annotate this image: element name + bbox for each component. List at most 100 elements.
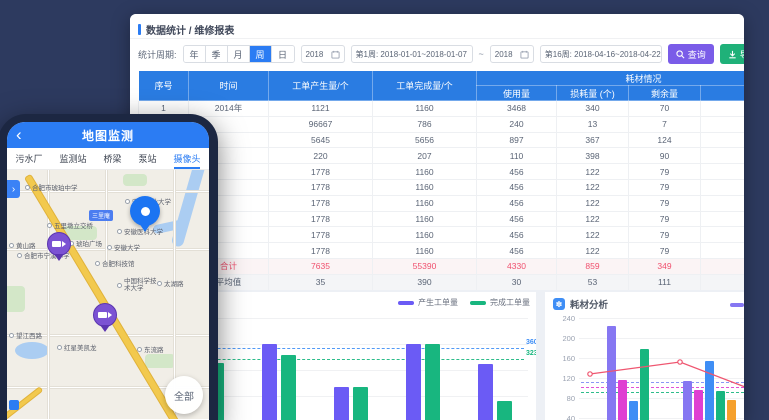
week-range-start-input[interactable]: 第1周: 2018-01-01~2018-01-07 [351, 45, 473, 63]
table-row[interactable]: 56455656897367124125 [139, 132, 745, 148]
tab-摄像头[interactable]: 摄像头 [173, 148, 200, 169]
table-cell: 207 [373, 148, 477, 164]
table-row[interactable]: 177811604561227967 [139, 211, 745, 227]
back-chevron-icon[interactable]: ‹ [16, 123, 22, 147]
table-cell: 30 [477, 274, 557, 290]
chart-legend: 产生工单量 完成工单量 [398, 297, 530, 308]
table-row[interactable]: 12014年11211160346834070250 [139, 101, 745, 117]
poi-icon [137, 347, 142, 352]
consumable-bar[interactable] [705, 361, 714, 420]
table-cell: 96667 [269, 116, 373, 132]
selected-location-pin-icon[interactable] [130, 196, 160, 234]
tab-桥梁[interactable]: 桥梁 [103, 148, 121, 169]
table-header-cell: 耗材情况 [477, 71, 745, 86]
table-cell: 122 [557, 227, 629, 243]
total-row: 合计763555390433085934933 [139, 258, 745, 274]
y-axis-tick-label: 120 [549, 374, 575, 383]
export-button-label: 导出Excel [740, 48, 744, 61]
year-start-select[interactable]: 2018 [301, 45, 345, 63]
table-cell: 650 [701, 116, 745, 132]
y-axis-tick-label: 160 [549, 354, 575, 363]
query-button-label: 查询 [688, 48, 706, 61]
table-cell: 67 [701, 164, 745, 180]
consumable-bar[interactable] [727, 400, 736, 420]
poi-icon [25, 185, 30, 190]
consumables-chart-title: ✽ 耗材分析 [553, 297, 608, 311]
bar-完成工单量[interactable] [281, 355, 296, 420]
bar-完成工单量[interactable] [497, 401, 512, 420]
camera-pin-icon[interactable] [47, 232, 71, 262]
table-cell: 70 [629, 101, 701, 117]
bar-产生工单量[interactable] [334, 387, 349, 420]
period-option-月[interactable]: 月 [228, 46, 250, 62]
show-all-button[interactable]: 全部 [165, 376, 203, 414]
reference-line [581, 382, 744, 383]
consumables-chart-title-text: 耗材分析 [570, 297, 608, 311]
table-cell: 5645 [269, 132, 373, 148]
consumable-bar[interactable] [683, 381, 692, 420]
legend-item[interactable]: 产生工单量 [398, 297, 458, 308]
bar-产生工单量[interactable] [478, 364, 493, 420]
table-cell: 340 [557, 101, 629, 117]
consumable-bar[interactable] [640, 349, 649, 420]
table-row[interactable]: 177811604561227967 [139, 164, 745, 180]
poi-icon [47, 223, 52, 228]
expand-panel-button[interactable]: › [7, 180, 20, 198]
phone-screen: ‹ 地图监测 污水厂监测站桥梁泵站摄像头 [7, 122, 209, 420]
table-cell: 1121 [269, 101, 373, 117]
map-view[interactable]: 三里庵 › 全部 合肥市琥珀中学安徽农业大学五里墩立交桥安徽医科大学合肥市宁溪小… [7, 170, 209, 419]
table-row[interactable]: 177811604561227967 [139, 195, 745, 211]
table-row[interactable]: 177811604561227967 [139, 179, 745, 195]
export-excel-button[interactable]: 导出Excel [720, 44, 744, 64]
legend-swatch-clipped [730, 303, 744, 307]
phone-tab-bar: 污水厂监测站桥梁泵站摄像头 [7, 148, 209, 170]
average-row: 平均值35390305311114 [139, 274, 745, 290]
query-button[interactable]: 查询 [668, 44, 714, 64]
consumable-bar[interactable] [607, 326, 616, 420]
table-cell: 349 [629, 258, 701, 274]
table-row[interactable]: 96667786240137650 [139, 116, 745, 132]
year-end-select[interactable]: 2018 [490, 45, 534, 63]
period-option-日[interactable]: 日 [272, 46, 294, 62]
gridline [579, 338, 744, 339]
table-cell: 35 [269, 274, 373, 290]
consumable-bar[interactable] [716, 391, 725, 420]
consumable-bar[interactable] [618, 380, 627, 420]
table-cell: 79 [629, 164, 701, 180]
bar-产生工单量[interactable] [262, 344, 277, 420]
phone-mockup: ‹ 地图监测 污水厂监测站桥梁泵站摄像头 [0, 114, 218, 420]
report-table: 序号时间工单产生量/个工单完成量/个耗材情况使用量损耗量 (个)剩余量总量120… [138, 70, 744, 290]
table-cell: 1778 [269, 243, 373, 259]
table-row[interactable]: 177811604561227967 [139, 243, 745, 259]
gridline [579, 318, 744, 319]
year-start-value: 2018 [306, 50, 324, 59]
map-label: 中国科学技术大学 [117, 278, 159, 293]
table-cell: 1778 [269, 195, 373, 211]
period-option-年[interactable]: 年 [184, 46, 206, 62]
table-cell: 53 [557, 274, 629, 290]
table-cell: 67 [701, 195, 745, 211]
bar-完成工单量[interactable] [353, 387, 368, 420]
poi-icon [117, 283, 122, 288]
tab-污水厂[interactable]: 污水厂 [15, 148, 42, 169]
table-row[interactable]: 177811604561227967 [139, 227, 745, 243]
reference-line-label: 360 [526, 339, 536, 346]
table-cell: 13 [557, 116, 629, 132]
period-option-季[interactable]: 季 [206, 46, 228, 62]
table-row[interactable]: 2202071103989019 [139, 148, 745, 164]
legend-item[interactable]: 完成工单量 [470, 297, 530, 308]
table-cell: 1778 [269, 211, 373, 227]
bar-完成工单量[interactable] [425, 344, 440, 420]
map-control-icon[interactable] [9, 400, 19, 410]
y-axis-tick-label: 240 [549, 314, 575, 323]
bar-产生工单量[interactable] [406, 344, 421, 420]
period-option-周[interactable]: 周 [250, 46, 272, 62]
consumable-bar[interactable] [694, 390, 703, 420]
week-range-end-input[interactable]: 第16周: 2018-04-16~2018-04-22 [540, 45, 662, 63]
table-cell: 4330 [477, 258, 557, 274]
table-cell: 2014年 [189, 101, 269, 117]
consumable-bar[interactable] [629, 401, 638, 420]
tab-泵站[interactable]: 泵站 [138, 148, 156, 169]
camera-pin-icon[interactable] [93, 303, 117, 333]
tab-监测站[interactable]: 监测站 [59, 148, 86, 169]
